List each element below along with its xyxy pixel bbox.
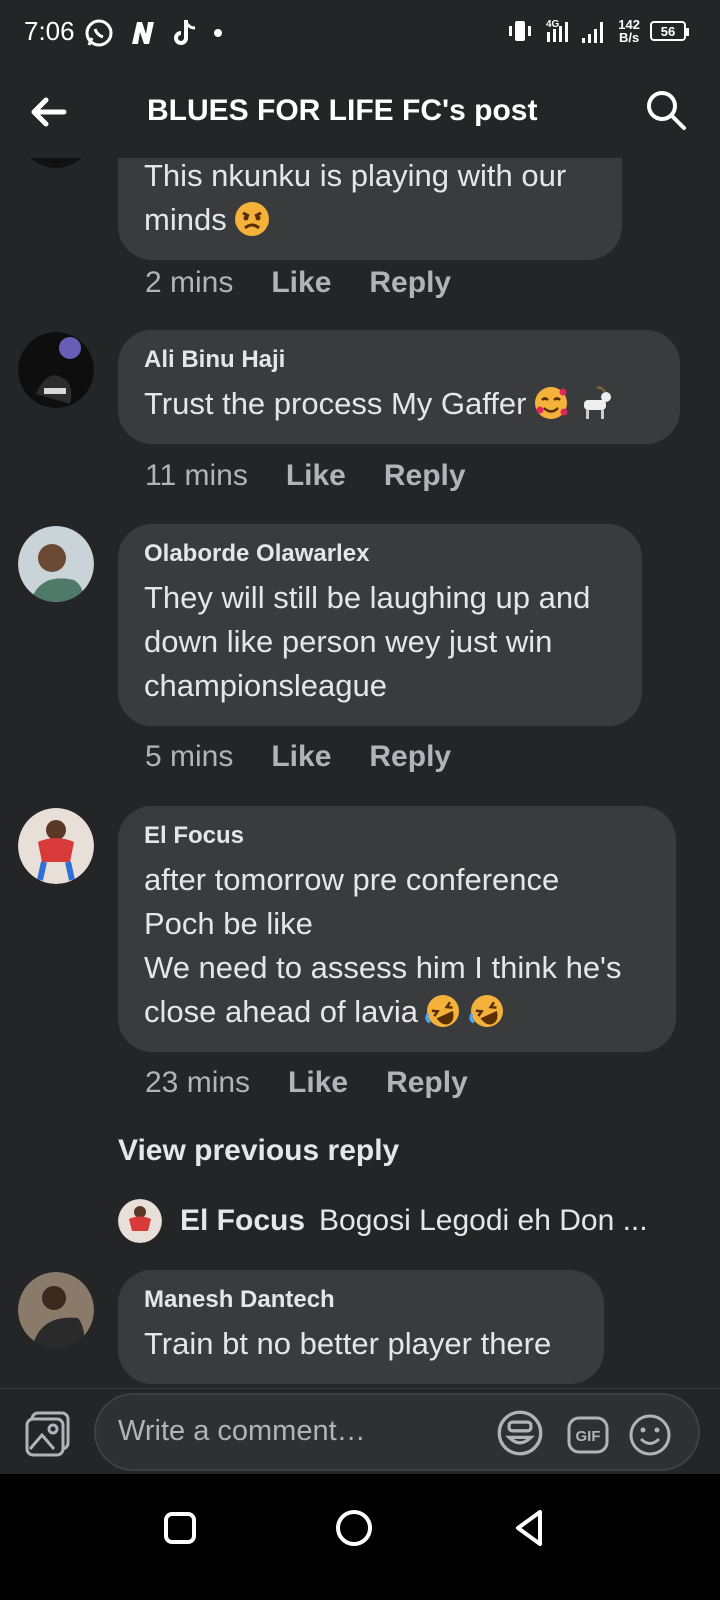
notification-icons xyxy=(84,18,224,48)
like-button[interactable]: Like xyxy=(286,459,346,493)
photo-icon[interactable] xyxy=(24,1409,74,1459)
comment-meta: 5 mins Like Reply xyxy=(145,740,451,774)
signal-bars-icon xyxy=(582,22,604,43)
like-button[interactable]: Like xyxy=(271,266,331,300)
reply-button[interactable]: Reply xyxy=(369,740,451,774)
comment-text: after tomorrow pre conference Poch be li… xyxy=(144,858,650,1034)
back-icon[interactable] xyxy=(508,1506,552,1550)
comment-time: 2 mins xyxy=(145,266,234,299)
comment-author[interactable]: Manesh Dantech xyxy=(144,1286,578,1314)
reply-button[interactable]: Reply xyxy=(386,1066,468,1100)
reply-button[interactable]: Reply xyxy=(369,266,451,300)
comment-text: They will still be laughing up and down … xyxy=(144,580,591,703)
reply-preview[interactable]: El Focus Bogosi Legodi eh Don ... xyxy=(118,1199,648,1243)
avatar[interactable] xyxy=(18,808,94,884)
comment-bubble[interactable]: Ali Binu Haji Trust the process My Gaffe… xyxy=(118,330,680,444)
comment-text: Train bt no better player there xyxy=(144,1326,552,1361)
comment-composer: Write a comment… GIF xyxy=(0,1388,720,1474)
reply-button[interactable]: Reply xyxy=(384,459,466,493)
home-icon[interactable] xyxy=(332,1506,376,1550)
notification-dot-icon xyxy=(214,29,222,37)
comment-author[interactable]: El Focus xyxy=(144,822,650,850)
comment-bubble[interactable]: Olaborde Olawarlex They will still be la… xyxy=(118,524,642,726)
comment-author[interactable]: Olaborde Olawarlex xyxy=(144,540,616,568)
comments-list[interactable]: This nkunku is playing with our minds 2 … xyxy=(0,158,720,1388)
smiling-face-with-hearts-icon xyxy=(535,387,568,419)
svg-text:GIF: GIF xyxy=(576,1428,601,1445)
comment-input-placeholder: Write a comment… xyxy=(118,1415,366,1447)
signal-4g-icon: 4G xyxy=(546,19,569,42)
status-time: 7:06 xyxy=(24,16,75,46)
status-right: 4G 142 B/s 56 xyxy=(506,16,689,46)
emoji-icon[interactable] xyxy=(628,1413,672,1457)
page-title: BLUES FOR LIFE FC's post xyxy=(147,94,538,127)
view-previous-reply-link[interactable]: View previous reply xyxy=(118,1134,399,1168)
whatsapp-icon xyxy=(85,19,113,47)
comment-bubble[interactable]: El Focus after tomorrow pre conference P… xyxy=(118,806,676,1052)
avatar[interactable] xyxy=(18,1272,94,1348)
comment-time: 11 mins xyxy=(145,459,248,492)
status-bar: 7:06 4G 142 B/s 56 xyxy=(0,0,720,66)
like-button[interactable]: Like xyxy=(288,1066,348,1100)
comment-bubble[interactable]: Manesh Dantech Train bt no better player… xyxy=(118,1270,604,1384)
search-icon[interactable] xyxy=(644,88,688,132)
vibrate-icon xyxy=(509,21,532,41)
battery-icon: 56 xyxy=(650,21,689,41)
comment-time: 5 mins xyxy=(145,740,234,773)
network-speed: 142 B/s xyxy=(618,17,640,45)
comment-author[interactable]: Ali Binu Haji xyxy=(144,346,654,374)
back-arrow-icon[interactable] xyxy=(26,90,70,134)
comment-meta: 2 mins Like Reply xyxy=(145,266,451,300)
app-header: BLUES FOR LIFE FC's post xyxy=(0,66,720,158)
gif-icon[interactable]: GIF xyxy=(566,1413,610,1457)
like-button[interactable]: Like xyxy=(271,740,331,774)
comment-meta: 11 mins Like Reply xyxy=(145,459,466,493)
news-app-icon xyxy=(132,22,154,44)
comment-meta: 23 mins Like Reply xyxy=(145,1066,468,1100)
recent-apps-icon[interactable] xyxy=(158,1506,202,1550)
rolling-on-floor-laughing-icon xyxy=(425,995,460,1027)
goat-icon xyxy=(584,386,612,419)
comment-input[interactable]: Write a comment… GIF xyxy=(94,1393,700,1471)
svg-text:4G: 4G xyxy=(546,19,560,30)
reply-author: El Focus xyxy=(180,1204,306,1237)
comment-text: Trust the process My Gaffer xyxy=(144,382,654,426)
system-nav-bar xyxy=(0,1474,720,1600)
comment-text: This nkunku is playing with our minds xyxy=(144,158,567,237)
comment-time: 23 mins xyxy=(145,1066,251,1099)
tiktok-icon xyxy=(174,20,196,45)
avatar[interactable] xyxy=(18,526,94,602)
rolling-on-floor-laughing-icon xyxy=(469,995,504,1027)
avatar[interactable] xyxy=(18,158,94,168)
angry-face-icon xyxy=(234,202,269,236)
reply-text: Bogosi Legodi eh Don ... xyxy=(319,1204,648,1237)
avatar[interactable] xyxy=(18,332,94,408)
sticker-icon[interactable] xyxy=(496,1409,544,1457)
avatar xyxy=(118,1199,162,1243)
comment-bubble[interactable]: This nkunku is playing with our minds xyxy=(118,158,622,260)
